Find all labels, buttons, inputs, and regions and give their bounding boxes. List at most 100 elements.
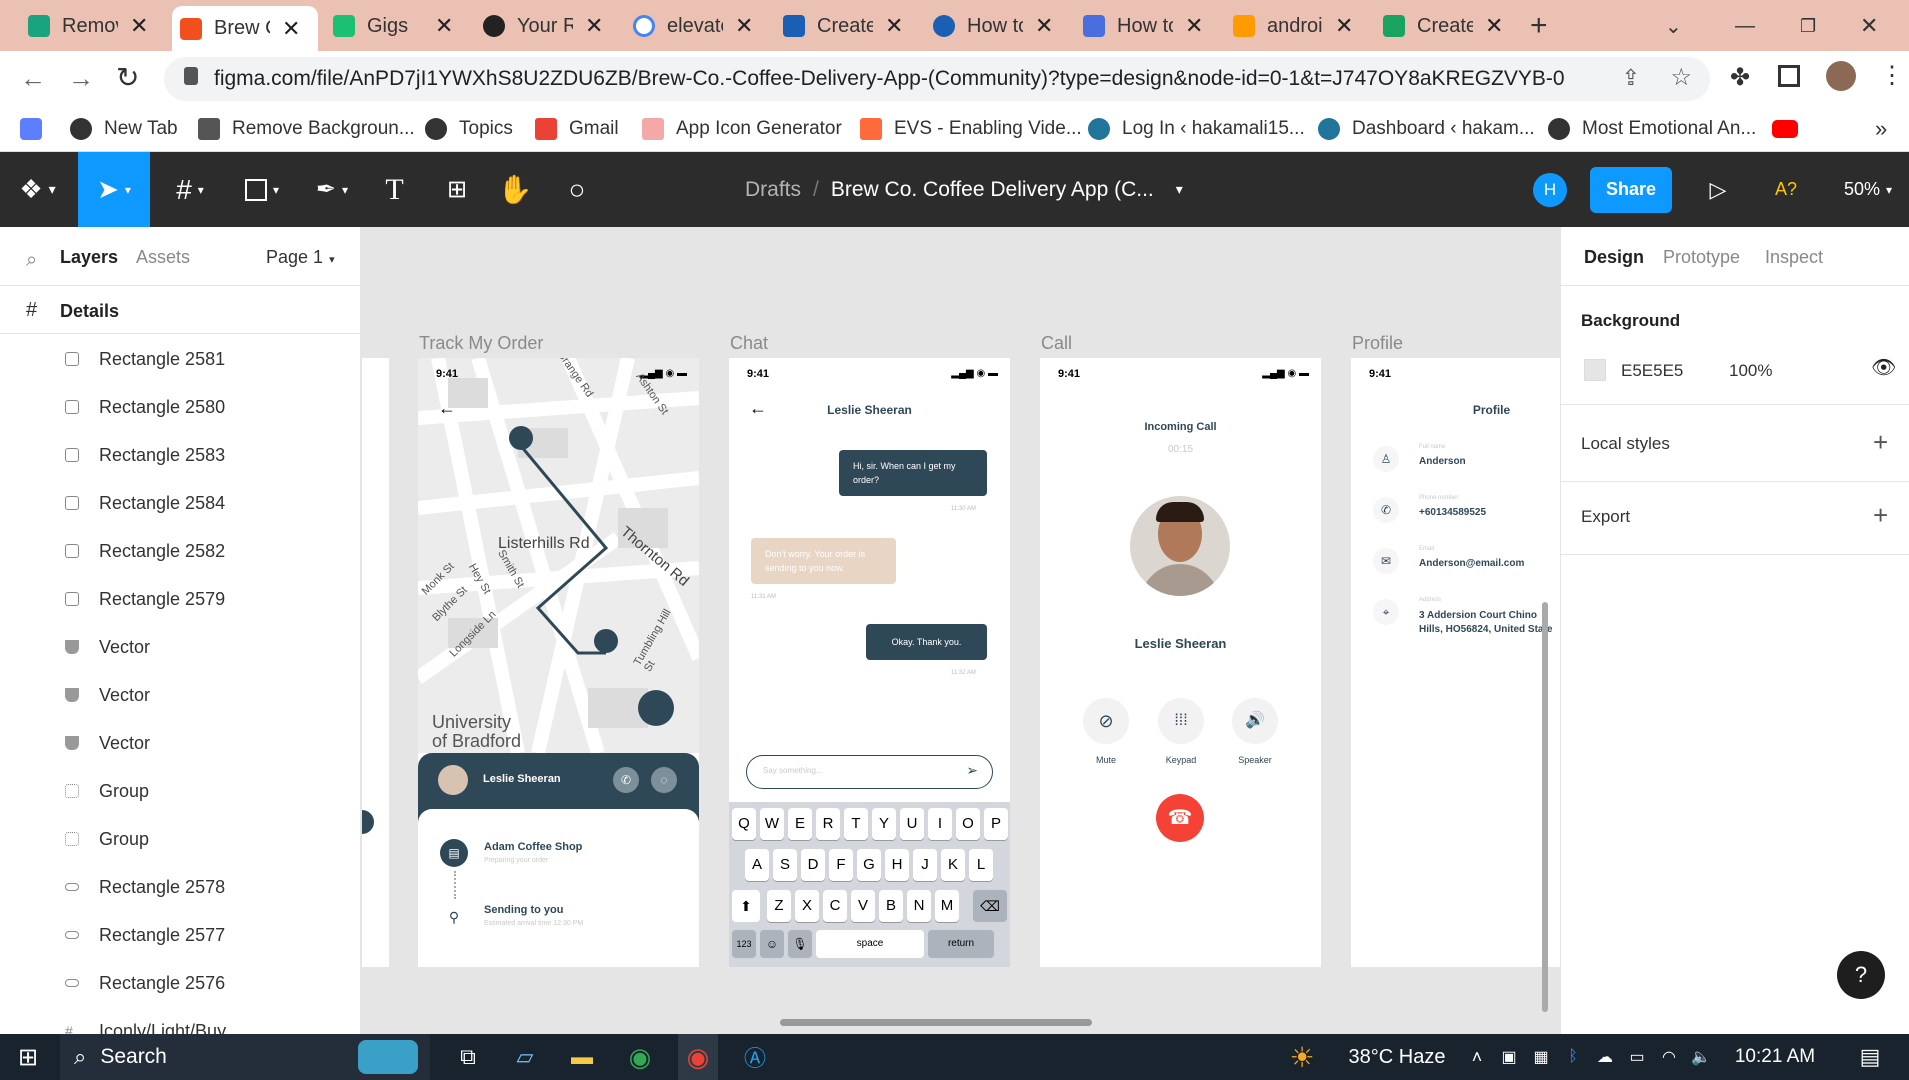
layer-row[interactable]: Rectangle 2580	[0, 383, 360, 431]
layer-row[interactable]: # Iconly/Light/Buy	[0, 1007, 360, 1035]
layer-row[interactable]: Rectangle 2579	[0, 575, 360, 623]
keyboard-key[interactable]: F	[829, 849, 853, 881]
task-view-icon[interactable]: ⧉	[448, 1034, 488, 1080]
bookmark-item[interactable]: Topics	[425, 113, 513, 145]
browser-tab-active[interactable]: Brew C ✕	[172, 6, 318, 51]
file-explorer-icon[interactable]: ▬	[562, 1034, 602, 1080]
accessibility-check-button[interactable]: A?	[1766, 152, 1806, 227]
keyboard-key[interactable]: S	[773, 849, 797, 881]
browser-tab[interactable]: How to ✕	[1075, 8, 1215, 44]
shape-tool-icon[interactable]: ▾	[232, 152, 292, 227]
share-button[interactable]: Share	[1590, 152, 1672, 227]
hang-up-icon[interactable]: ☎	[1156, 794, 1204, 842]
vertical-scrollbar[interactable]	[1542, 602, 1548, 1012]
taskbar-search-box[interactable]: ⌕ Search	[60, 1034, 430, 1080]
volume-icon[interactable]: 🔈	[1686, 1034, 1716, 1080]
layer-row[interactable]: Group	[0, 767, 360, 815]
weather-text[interactable]: 38°C Haze	[1332, 1034, 1462, 1080]
horizontal-scrollbar[interactable]	[780, 1019, 1092, 1026]
shift-key[interactable]: ⬆	[732, 890, 760, 922]
battery-icon[interactable]: ▭	[1622, 1034, 1652, 1080]
phone-value[interactable]: +60134589525	[1419, 507, 1486, 518]
phone-icon[interactable]: ✆	[613, 767, 639, 793]
tray-chevron-up-icon[interactable]: ˄	[1462, 1034, 1492, 1080]
browser-tab[interactable]: androi ✕	[1225, 8, 1365, 44]
layer-row[interactable]: Rectangle 2581	[0, 335, 360, 383]
tab-close-icon[interactable]: ✕	[1185, 13, 1203, 39]
bookmark-shield-icon[interactable]	[20, 113, 42, 145]
layer-row[interactable]: Vector	[0, 623, 360, 671]
extensions-puzzle-icon[interactable]: ✤	[1730, 63, 1750, 92]
chrome-icon[interactable]: ◉	[620, 1034, 660, 1080]
tab-assets[interactable]: Assets	[136, 247, 190, 268]
frame-call[interactable]: 9:41 ▂▄▆ ◉ ▬ Incoming Call 00:15 Leslie …	[1040, 358, 1321, 967]
keyboard-key[interactable]: J	[913, 849, 937, 881]
tab-close-icon[interactable]: ✕	[885, 13, 903, 39]
keyboard-key[interactable]: O	[956, 808, 980, 840]
frame-profile[interactable]: 9:41 Profile ♙ Full name Anderson ✆ Phon…	[1351, 358, 1560, 967]
notification-icon[interactable]: ▤	[1850, 1034, 1890, 1080]
numbers-key[interactable]: 123	[732, 930, 756, 958]
help-button[interactable]: ?	[1837, 951, 1885, 999]
speaker-icon[interactable]: 🔊	[1232, 698, 1278, 744]
youtube-bookmark[interactable]	[1772, 113, 1810, 145]
frame-track-my-order[interactable]: 9:41 ▂▄▆ ◉ ▬ ← Listerhills Rd Thornton R…	[418, 358, 699, 967]
return-key[interactable]: return	[928, 930, 994, 958]
frame-title-chat[interactable]: Chat	[730, 333, 768, 354]
keyboard-key[interactable]: Q	[732, 808, 756, 840]
frame-tool-icon[interactable]: # ▾	[160, 152, 220, 227]
eye-visibility-icon[interactable]: 👁	[1871, 355, 1896, 380]
tab-design[interactable]: Design	[1584, 247, 1644, 268]
browser-tab[interactable]: Create ✕	[1375, 8, 1515, 44]
keyboard-key[interactable]: K	[941, 849, 965, 881]
new-tab-button[interactable]: +	[1530, 8, 1570, 44]
keyboard-key[interactable]: B	[879, 890, 903, 922]
bookmark-item[interactable]: App Icon Generator	[642, 113, 842, 145]
chevron-down-icon[interactable]: ▾	[1176, 181, 1183, 198]
keyboard-key[interactable]: Z	[767, 890, 791, 922]
email-value[interactable]: Anderson@email.com	[1419, 558, 1524, 569]
keyboard-key[interactable]: H	[885, 849, 909, 881]
keyboard-key[interactable]: N	[907, 890, 931, 922]
comment-tool-icon[interactable]: ○	[552, 152, 602, 227]
figma-main-menu-icon[interactable]: ❖ ▾	[0, 152, 75, 227]
tab-inspect[interactable]: Inspect	[1765, 247, 1823, 268]
keyboard-key[interactable]: A	[745, 849, 769, 881]
browser-tab[interactable]: elevate ✕	[625, 8, 765, 44]
background-color-swatch[interactable]	[1584, 359, 1606, 381]
tab-close-icon[interactable]: ✕	[130, 13, 148, 39]
keyboard-key[interactable]: E	[788, 808, 812, 840]
keyboard-key[interactable]: W	[760, 808, 784, 840]
frame-title-call[interactable]: Call	[1041, 333, 1072, 354]
share-page-icon[interactable]: ⇪	[1622, 65, 1640, 91]
search-icon[interactable]: ⌕	[26, 249, 37, 272]
tray-device-icon[interactable]: ▣	[1494, 1034, 1524, 1080]
browser-tab[interactable]: Your R ✕	[475, 8, 615, 44]
side-panel-icon[interactable]	[1778, 65, 1800, 87]
clock[interactable]: 10:21 AM	[1720, 1034, 1830, 1080]
tab-close-icon[interactable]: ✕	[585, 13, 603, 39]
keyboard-key[interactable]: M	[935, 890, 959, 922]
layer-row[interactable]: Rectangle 2584	[0, 479, 360, 527]
keyboard-key[interactable]: R	[816, 808, 840, 840]
keyboard-key[interactable]: V	[851, 890, 875, 922]
restore-window-icon[interactable]: ❐	[1800, 8, 1840, 44]
full-name-value[interactable]: Anderson	[1419, 456, 1466, 467]
bookmark-item[interactable]: Remove Backgroun...	[198, 113, 415, 145]
chat-icon[interactable]: ◌	[651, 767, 677, 793]
tab-search-chevron-icon[interactable]: ⌄	[1665, 8, 1705, 44]
frame-title-track[interactable]: Track My Order	[419, 333, 543, 354]
frame-chat[interactable]: 9:41 ▂▄▆ ◉ ▬ ← Leslie Sheeran Hi, sir. W…	[729, 358, 1010, 967]
address-value[interactable]: 3 Addersion Court Chino Hills, HO56824, …	[1419, 609, 1560, 637]
keyboard-key[interactable]: L	[969, 849, 993, 881]
keyboard-key[interactable]: I	[928, 808, 952, 840]
browser-tab[interactable]: Gigs ✕	[325, 8, 465, 44]
bookmark-item[interactable]: New Tab	[70, 113, 178, 145]
message-input[interactable]: Say something... ➢	[746, 755, 993, 789]
layer-row[interactable]: Rectangle 2576	[0, 959, 360, 1007]
breadcrumb-folder[interactable]: Drafts	[745, 178, 801, 202]
microphone-key-icon[interactable]: 🎙	[788, 930, 812, 958]
layer-row[interactable]: Rectangle 2582	[0, 527, 360, 575]
layer-row[interactable]: Vector	[0, 671, 360, 719]
resources-tool-icon[interactable]: ⊞	[432, 152, 482, 227]
